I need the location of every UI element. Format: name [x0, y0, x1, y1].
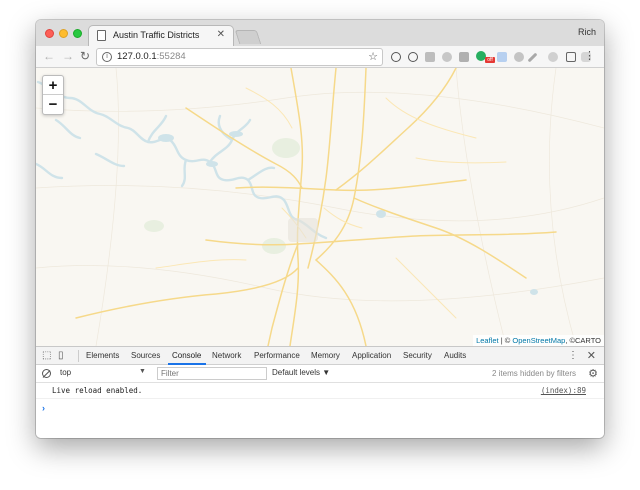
window-maximize-button[interactable]	[73, 29, 82, 38]
extension-icon[interactable]	[459, 52, 469, 62]
dropdown-arrow-icon[interactable]: ▼	[139, 368, 146, 375]
info-icon[interactable]: i	[102, 52, 112, 62]
tab-sources[interactable]: Sources	[131, 351, 160, 360]
browser-window: Austin Traffic Districts ✕ Rich ← → ↻ i …	[36, 20, 604, 438]
arrow-right-icon[interactable]: →	[62, 49, 74, 63]
devtools-menu-icon[interactable]: ⋮	[568, 350, 578, 361]
zoom-control: + −	[42, 75, 64, 115]
inspect-element-icon[interactable]: ⬚	[42, 350, 51, 361]
tab-audits[interactable]: Audits	[444, 351, 466, 360]
page-icon	[97, 30, 106, 41]
console-filter-bar: top ▼ Default levels ▼ 2 items hidden by…	[36, 365, 604, 383]
devtools-tab-bar: ⬚ ▯ Elements Sources Console Network Per…	[36, 347, 604, 365]
extension-icon[interactable]	[442, 52, 452, 62]
browser-tab[interactable]: Austin Traffic Districts ✕	[88, 25, 234, 46]
extension-icon[interactable]	[548, 52, 558, 62]
tab-memory[interactable]: Memory	[311, 351, 340, 360]
devtools-panel: ⬚ ▯ Elements Sources Console Network Per…	[36, 346, 604, 438]
console-message: Live reload enabled.	[52, 386, 143, 395]
log-levels-dropdown[interactable]: Default levels ▼	[272, 368, 330, 377]
address-bar[interactable]: i 127.0.0.1:55284 ☆	[96, 48, 383, 66]
extension-icon[interactable]	[425, 52, 435, 62]
profile-name[interactable]: Rich	[578, 27, 596, 37]
url-port: :55284	[156, 51, 186, 62]
extension-icon[interactable]	[514, 52, 524, 62]
menu-icon[interactable]: ⋮	[584, 50, 595, 62]
title-bar: Austin Traffic Districts ✕ Rich	[36, 20, 604, 46]
openstreetmap-link[interactable]: OpenStreetMap	[512, 336, 565, 345]
tab-close-icon[interactable]: ✕	[217, 29, 225, 40]
map-view[interactable]: + − Leaflet | © OpenStreetMap, ©CARTO	[36, 68, 604, 346]
url-text[interactable]: 127.0.0.1:55284	[117, 51, 186, 62]
attribution-separator: | ©	[498, 336, 513, 345]
zoom-in-button[interactable]: +	[43, 76, 63, 95]
tab-console[interactable]: Console	[172, 351, 201, 360]
device-toolbar-icon[interactable]: ▯	[58, 350, 64, 361]
extension-icon[interactable]	[527, 52, 538, 63]
zoom-out-button[interactable]: −	[43, 95, 63, 114]
carto-credit: , ©CARTO	[565, 336, 601, 345]
tab-application[interactable]: Application	[352, 351, 391, 360]
window-minimize-button[interactable]	[59, 29, 68, 38]
tab-network[interactable]: Network	[212, 351, 241, 360]
tab-security[interactable]: Security	[403, 351, 432, 360]
clear-console-icon[interactable]	[42, 369, 51, 378]
console-prompt[interactable]: ›	[42, 403, 45, 413]
star-icon[interactable]: ☆	[368, 50, 378, 63]
browser-toolbar: ← → ↻ i 127.0.0.1:55284 ☆ off ⋮	[36, 46, 604, 68]
map-attribution: Leaflet | © OpenStreetMap, ©CARTO	[473, 335, 604, 346]
extension-off-badge: off	[485, 57, 495, 63]
extension-icon[interactable]	[408, 52, 418, 62]
cast-icon[interactable]	[566, 52, 576, 62]
arrow-left-icon[interactable]: ←	[43, 49, 55, 63]
map-tiles	[36, 68, 604, 346]
devtools-close-icon[interactable]: ✕	[587, 349, 596, 362]
tab-performance[interactable]: Performance	[254, 351, 300, 360]
leaflet-link[interactable]: Leaflet	[476, 336, 499, 345]
extension-icon[interactable]	[497, 52, 507, 62]
extension-icon[interactable]: off	[476, 51, 495, 63]
tab-elements[interactable]: Elements	[86, 351, 119, 360]
window-close-button[interactable]	[45, 29, 54, 38]
console-message-row: Live reload enabled. (index):89	[36, 383, 604, 399]
tab-title: Austin Traffic Districts	[113, 30, 200, 40]
console-source-link[interactable]: (index):89	[541, 386, 586, 395]
url-host: 127.0.0.1	[117, 51, 157, 62]
gear-icon[interactable]: ⚙	[588, 367, 598, 380]
extension-icon[interactable]	[391, 52, 401, 62]
reload-icon[interactable]: ↻	[80, 49, 90, 63]
new-tab-button[interactable]	[234, 30, 262, 44]
filter-input[interactable]	[157, 367, 267, 380]
divider	[78, 350, 79, 362]
hidden-items-count: 2 items hidden by filters	[491, 369, 576, 378]
